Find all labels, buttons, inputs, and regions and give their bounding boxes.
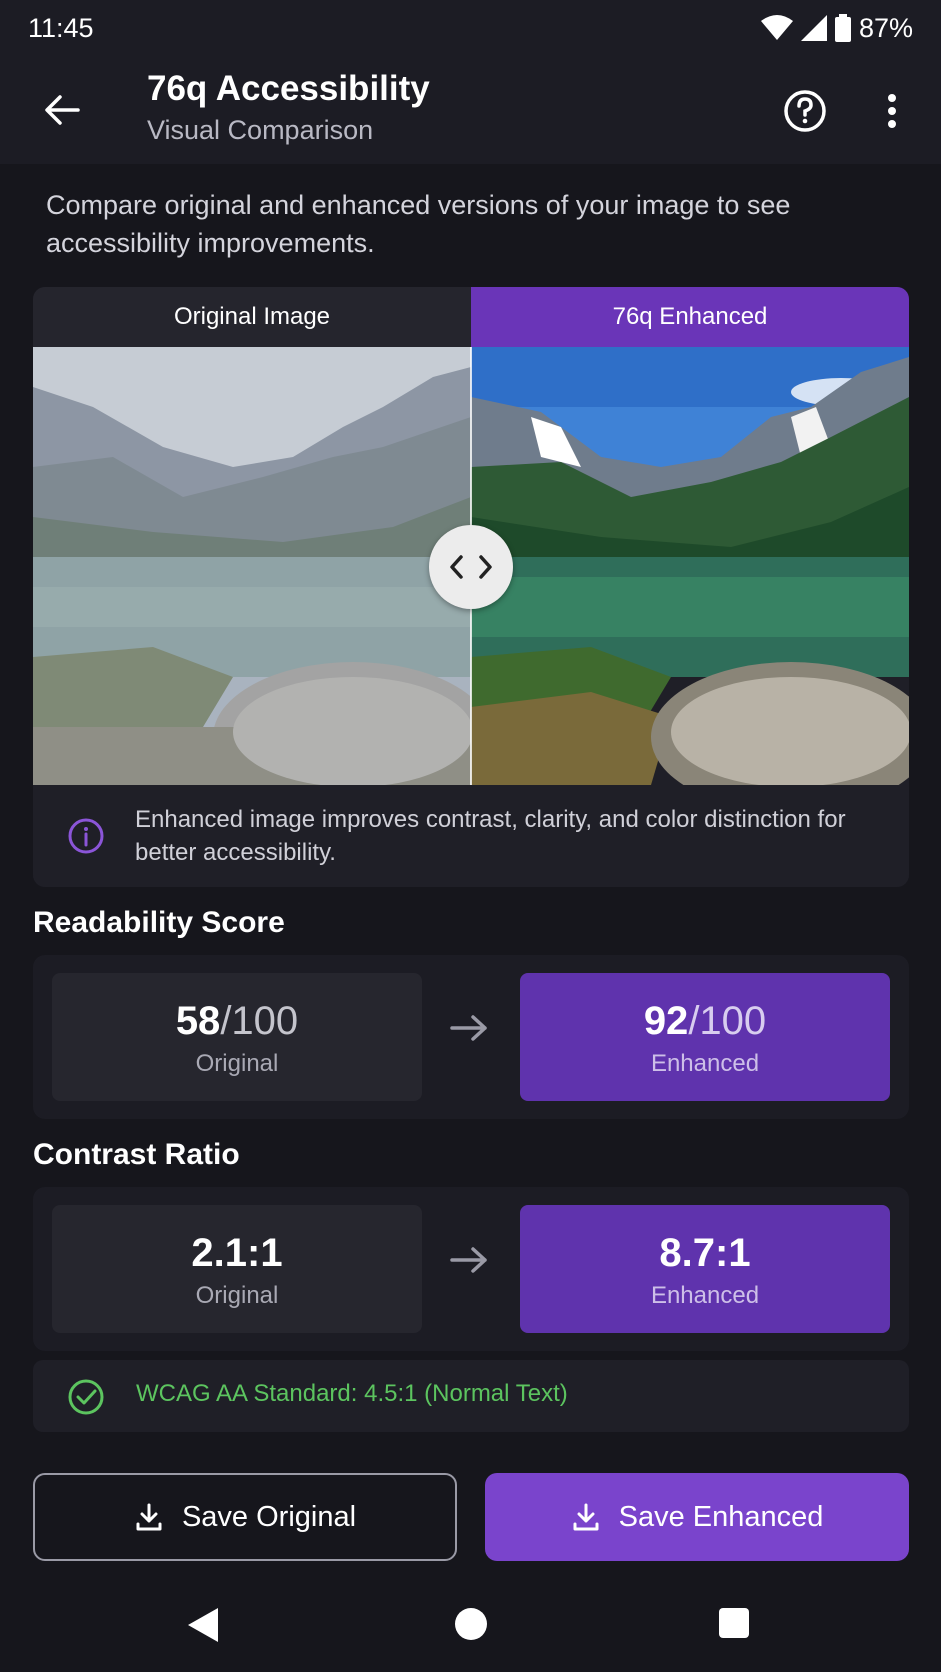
nav-recents-icon[interactable] — [718, 1607, 750, 1639]
comparison-slider-handle[interactable] — [429, 525, 513, 609]
battery-percent: 87% — [858, 12, 913, 43]
contrast-original-value: 2.1:1 — [191, 1231, 283, 1275]
readability-enhanced-value-row: 92/100 — [644, 996, 766, 1046]
wifi-icon — [760, 15, 793, 40]
contrast-title: Contrast Ratio — [33, 1138, 240, 1171]
comparison-card: Original Image 76q Enhanced Enhanced ima… — [33, 287, 909, 887]
help-icon — [784, 90, 826, 132]
arrow-right-icon — [450, 1247, 487, 1273]
comparison-images[interactable] — [33, 347, 909, 785]
page-title: 76q Accessibility — [147, 69, 430, 108]
compare-arrows-icon — [450, 555, 492, 579]
readability-title: Readability Score — [33, 906, 285, 939]
readability-enhanced-value: 92 — [643, 999, 689, 1043]
wcag-standard-row: WCAG AA Standard: 4.5:1 (Normal Text) — [33, 1360, 909, 1432]
readability-original-label: Original — [195, 1050, 279, 1077]
intro-text: Compare original and enhanced versions o… — [46, 190, 791, 258]
readability-enhanced-label: Enhanced — [650, 1050, 760, 1077]
page-subtitle: Visual Comparison — [147, 115, 374, 145]
contrast-original-label: Original — [195, 1282, 279, 1309]
signal-icon — [800, 15, 827, 41]
readability-enhanced-box: 92/100 Enhanced — [520, 973, 890, 1101]
system-nav-bar — [0, 1580, 941, 1672]
tab-original-image[interactable]: Original Image — [33, 287, 471, 347]
battery-icon — [834, 14, 851, 42]
status-bar: 11:45 87% — [0, 0, 941, 56]
contrast-original-box: 2.1:1 Original — [52, 1205, 422, 1333]
contrast-card: 2.1:1 Original 8.7:1 Enhanced — [33, 1187, 909, 1351]
contrast-enhanced-box: 8.7:1 Enhanced — [520, 1205, 890, 1333]
title-block: 76q Accessibility Visual Comparison — [147, 66, 430, 148]
save-original-label: Save Original — [181, 1500, 357, 1533]
readability-card: 58/100 Original 92/100 Enhanced — [33, 955, 909, 1119]
download-icon — [136, 1503, 162, 1531]
back-button[interactable] — [36, 86, 88, 134]
arrow-right-icon — [450, 1015, 487, 1041]
save-enhanced-button[interactable]: Save Enhanced — [485, 1473, 909, 1561]
info-icon — [68, 818, 104, 854]
readability-original-value: 58 — [175, 999, 221, 1043]
contrast-enhanced-value: 8.7:1 — [659, 1231, 751, 1275]
nav-home-icon[interactable] — [453, 1606, 489, 1642]
more-vert-icon — [888, 94, 896, 128]
original-image — [33, 347, 471, 785]
save-original-button[interactable]: Save Original — [33, 1473, 457, 1561]
app-bar: 76q Accessibility Visual Comparison — [0, 56, 941, 164]
info-text: Enhanced image improves contrast, clarit… — [135, 806, 846, 866]
more-options-button[interactable] — [870, 86, 914, 136]
readability-enhanced-denom: /100 — [688, 999, 767, 1043]
info-row: Enhanced image improves contrast, clarit… — [33, 785, 909, 887]
help-button[interactable] — [780, 86, 830, 136]
wcag-text: WCAG AA Standard: 4.5:1 (Normal Text) — [136, 1380, 568, 1407]
save-enhanced-label: Save Enhanced — [618, 1500, 824, 1533]
status-time: 11:45 — [28, 12, 94, 43]
readability-original-denom: /100 — [220, 999, 299, 1043]
tab-enhanced-image[interactable]: 76q Enhanced — [471, 287, 909, 347]
readability-original-value-row: 58/100 — [176, 996, 298, 1046]
download-icon — [573, 1503, 599, 1531]
status-icons: 87% — [760, 12, 913, 44]
enhanced-image — [471, 347, 909, 785]
contrast-enhanced-label: Enhanced — [650, 1282, 760, 1309]
check-circle-icon — [68, 1379, 104, 1415]
readability-original-box: 58/100 Original — [52, 973, 422, 1101]
back-arrow-icon — [45, 95, 80, 125]
nav-back-icon[interactable] — [186, 1606, 220, 1644]
